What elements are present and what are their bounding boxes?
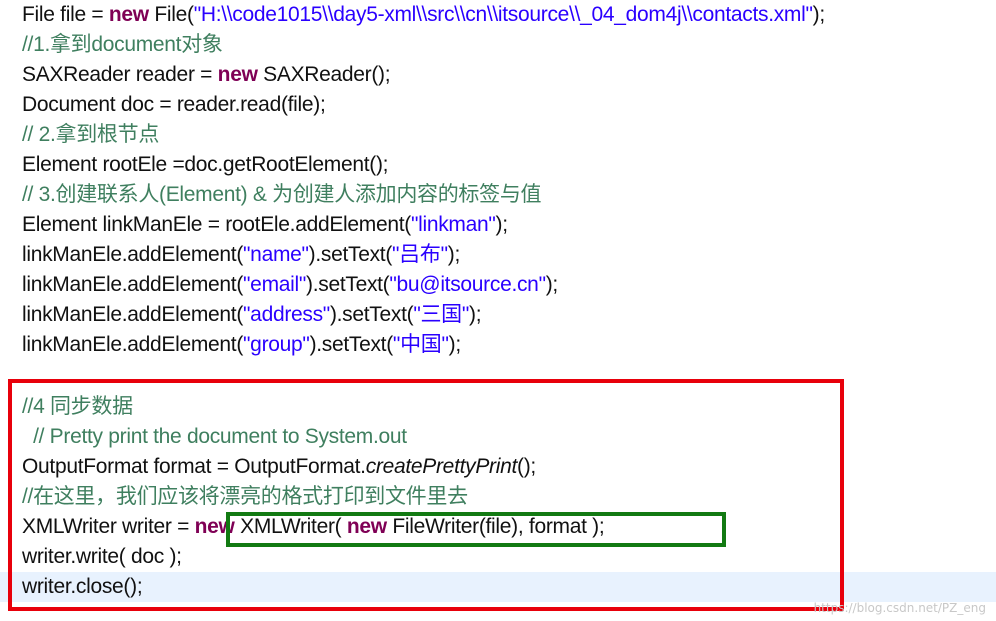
code-token-string: "group" [243, 333, 310, 356]
code-line: Document doc = reader.read(file); [22, 90, 326, 120]
code-line: //1.拿到document对象 [22, 30, 223, 60]
code-token-text: linkManEle.addElement( [22, 333, 244, 356]
code-token-text: Element linkManEle = rootEle.addElement( [22, 213, 411, 236]
code-token-string: "email" [243, 273, 307, 296]
code-token-comment: //1.拿到document对象 [22, 33, 223, 56]
code-token-text: Element rootEle =doc.getRootElement(); [22, 153, 389, 176]
red-highlight-box [8, 379, 844, 611]
code-line: SAXReader reader = new SAXReader(); [22, 60, 391, 90]
code-token-text: SAXReader reader = [22, 63, 218, 86]
code-token-text: ); [495, 213, 509, 236]
code-token-string: "name" [243, 243, 309, 266]
code-line: linkManEle.addElement("name").setText("吕… [22, 240, 460, 270]
code-token-text: Document doc = reader.read(file); [22, 93, 326, 116]
code-line: linkManEle.addElement("email").setText("… [22, 270, 558, 300]
code-token-text: ); [812, 3, 826, 26]
code-token-text: linkManEle.addElement( [22, 243, 244, 266]
code-token-comment: // 3.创建联系人(Element) & 为创建人添加内容的标签与值 [22, 183, 542, 206]
code-line: Element rootEle =doc.getRootElement(); [22, 150, 389, 180]
code-token-text: ).setText( [306, 273, 390, 296]
code-token-string: "bu@itsource.cn" [389, 273, 546, 296]
code-token-keyword: new [108, 3, 149, 26]
code-line: File file = new File("H:\\code1015\\day5… [22, 0, 825, 30]
code-line: // 2.拿到根节点 [22, 120, 159, 150]
code-line: Element linkManEle = rootEle.addElement(… [22, 210, 508, 240]
code-token-keyword: new [217, 63, 258, 86]
code-token-text: File file = [22, 3, 109, 26]
code-line: // 3.创建联系人(Element) & 为创建人添加内容的标签与值 [22, 180, 542, 210]
code-token-text: ); [448, 333, 462, 356]
code-token-text: SAXReader(); [257, 63, 391, 86]
code-token-comment: // 2.拿到根节点 [22, 123, 160, 146]
code-token-text: ).setText( [329, 303, 414, 326]
code-token-string: "H:\\code1015\\day5-xml\\src\\cn\\itsour… [193, 3, 813, 26]
watermark-text: https://blog.csdn.net/PZ_eng [813, 601, 986, 615]
code-token-text: ).setText( [308, 243, 393, 266]
code-token-string: "中国" [392, 333, 449, 356]
code-token-string: "三国" [413, 303, 470, 326]
code-token-text: File( [148, 3, 194, 26]
code-token-text: linkManEle.addElement( [22, 273, 244, 296]
code-token-string: "吕布" [392, 243, 448, 266]
code-token-text: ).setText( [309, 333, 394, 356]
code-token-text: ); [545, 273, 559, 296]
code-line: linkManEle.addElement("group").setText("… [22, 330, 461, 360]
code-token-text: ); [447, 243, 461, 266]
code-token-string: "address" [243, 303, 330, 326]
code-token-string: "linkman" [410, 213, 496, 236]
code-token-text: linkManEle.addElement( [22, 303, 244, 326]
green-highlight-box [226, 512, 726, 547]
code-token-text: ); [469, 303, 482, 326]
code-line: linkManEle.addElement("address").setText… [22, 300, 482, 330]
